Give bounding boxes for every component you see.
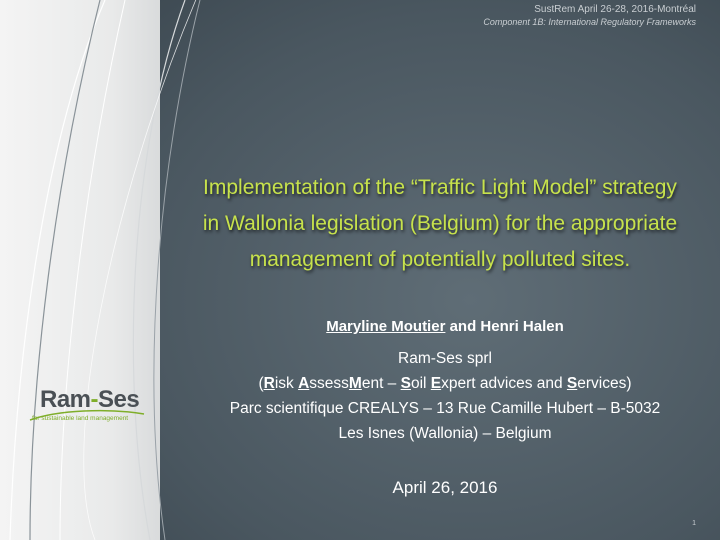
logo-dash: - xyxy=(90,386,99,413)
title-line-3: management of potentially polluted sites… xyxy=(249,248,631,271)
company-info: Ram-Ses sprl (Risk AssessMent – Soil Exp… xyxy=(180,346,710,446)
author-connector: and xyxy=(445,318,481,335)
acronym-text: ent – xyxy=(361,375,401,392)
page-number: 1 xyxy=(692,520,696,527)
acronym-letter: M xyxy=(348,375,362,392)
acronym-text: oil xyxy=(410,375,431,392)
title-line-2: in Wallonia legislation (Belgium) for th… xyxy=(202,212,678,235)
slide-title: Implementation of the “Traffic Light Mod… xyxy=(175,170,705,278)
company-name: Ram-Ses sprl xyxy=(398,350,492,367)
event-header: SustRem April 26-28, 2016-Montréal xyxy=(534,4,696,15)
acronym-letter: E xyxy=(430,375,442,392)
logo-wordmark: Ram-Ses xyxy=(40,386,140,414)
acronym-text: ervices) xyxy=(577,375,632,392)
address-line-2: Les Isnes (Wallonia) – Belgium xyxy=(338,425,552,442)
acronym-text: isk xyxy=(274,375,299,392)
acronym-letter: A xyxy=(298,375,310,392)
acronym-text: ssess xyxy=(309,375,349,392)
address-line-1: Parc scientifique CREALYS – 13 Rue Camil… xyxy=(229,400,661,417)
acronym-letter: S xyxy=(400,375,411,392)
acronym-text: xpert advices and xyxy=(441,375,567,392)
acronym-letter: S xyxy=(566,375,578,392)
company-acronym: (Risk AssessMent – Soil Expert advices a… xyxy=(180,371,710,396)
acronym-letter: R xyxy=(263,375,275,392)
ram-ses-logo: Ram-Ses for sustainable land management xyxy=(28,384,146,432)
logo-tagline: for sustainable land management xyxy=(32,415,129,422)
logo-name-part-2: Ses xyxy=(98,386,140,413)
logo-name-part-1: Ram xyxy=(40,386,91,413)
authors: Maryline Moutier and Henri Halen xyxy=(190,318,700,335)
author-1: Maryline Moutier xyxy=(326,318,446,335)
presentation-date: April 26, 2016 xyxy=(392,478,498,497)
author-2: Henri Halen xyxy=(480,318,564,335)
title-line-1: Implementation of the “Traffic Light Mod… xyxy=(203,176,677,199)
component-header: Component 1B: International Regulatory F… xyxy=(483,17,696,27)
slide: SustRem April 26-28, 2016-Montréal Compo… xyxy=(0,0,720,540)
